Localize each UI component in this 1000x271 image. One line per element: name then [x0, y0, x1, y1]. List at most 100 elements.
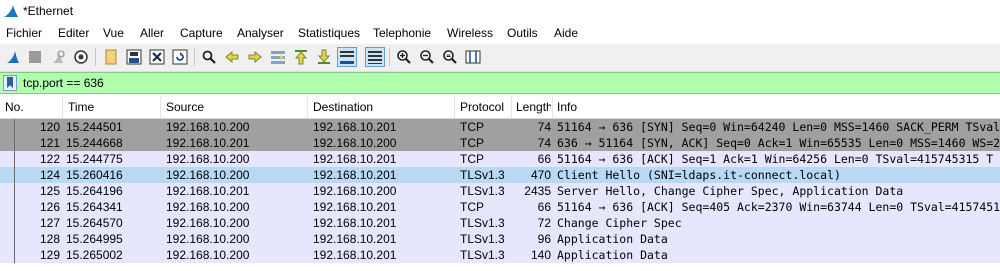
column-header-source[interactable]: Source	[166, 100, 204, 114]
table-row[interactable]: 122 15.244775 192.168.10.200 192.168.10.…	[0, 151, 1000, 167]
column-header-length[interactable]: Length	[516, 100, 551, 114]
packet-protocol: TLSv1.3	[460, 248, 505, 262]
display-filter-bar[interactable]: tcp.port == 636	[0, 72, 1000, 94]
table-row[interactable]: 128 15.264995 192.168.10.200 192.168.10.…	[0, 231, 1000, 247]
go-back-arrow-icon[interactable]	[222, 47, 242, 67]
zoom-in-icon[interactable]	[394, 47, 414, 67]
packet-no: 128	[39, 232, 60, 246]
column-divider[interactable]	[511, 96, 512, 118]
table-row[interactable]: 125 15.264196 192.168.10.201 192.168.10.…	[0, 183, 1000, 199]
packet-list[interactable]: 120 15.244501 192.168.10.200 192.168.10.…	[0, 119, 1000, 271]
menu-aide[interactable]: Aide	[554, 26, 578, 40]
conversation-tree-line	[14, 167, 15, 183]
packet-source: 192.168.10.200	[166, 248, 250, 262]
column-divider[interactable]	[307, 96, 308, 118]
auto-scroll-icon[interactable]	[337, 47, 357, 67]
packet-destination: 192.168.10.200	[313, 136, 397, 150]
packet-no: 121	[39, 136, 60, 150]
menu-editer[interactable]: Editer	[58, 26, 89, 40]
menu-aller[interactable]: Aller	[140, 26, 164, 40]
open-file-icon[interactable]	[101, 47, 121, 67]
menu-analyser[interactable]: Analyser	[237, 26, 284, 40]
packet-destination: 192.168.10.201	[313, 232, 397, 246]
menu-statistiques[interactable]: Statistiques	[298, 26, 360, 40]
menu-fichier[interactable]: Fichier	[6, 26, 42, 40]
menu-vue[interactable]: Vue	[103, 26, 124, 40]
packet-length: 66	[537, 152, 551, 166]
packet-protocol: TLSv1.3	[460, 168, 505, 182]
packet-info: Server Hello, Change Cipher Spec, Applic…	[557, 184, 904, 198]
packet-length: 140	[530, 248, 551, 262]
colorize-icon[interactable]	[365, 47, 385, 67]
table-row[interactable]: 120 15.244501 192.168.10.200 192.168.10.…	[0, 119, 1000, 135]
column-divider[interactable]	[552, 96, 553, 118]
column-divider[interactable]	[62, 96, 63, 118]
packet-length: 74	[537, 136, 551, 150]
title-bar: *Ethernet	[0, 0, 1000, 22]
packet-source: 192.168.10.200	[166, 168, 250, 182]
table-row[interactable]: 121 15.244668 192.168.10.201 192.168.10.…	[0, 135, 1000, 151]
column-divider[interactable]	[454, 96, 455, 118]
stop-square-icon[interactable]	[25, 47, 45, 67]
menu-telephonie[interactable]: Telephonie	[373, 26, 431, 40]
first-packet-icon[interactable]	[291, 47, 311, 67]
restart-capture-icon[interactable]	[48, 47, 68, 67]
packet-time: 15.244775	[66, 152, 123, 166]
packet-info: Application Data	[557, 232, 668, 246]
table-row[interactable]: 126 15.264341 192.168.10.200 192.168.10.…	[0, 199, 1000, 215]
packet-length: 66	[537, 200, 551, 214]
packet-no: 120	[39, 120, 60, 134]
zoom-out-icon[interactable]	[417, 47, 437, 67]
toolbar-separator	[389, 48, 390, 66]
save-file-icon[interactable]	[124, 47, 144, 67]
shark-fin-start-icon[interactable]	[3, 47, 23, 67]
reload-file-icon[interactable]	[170, 47, 190, 67]
packet-destination: 192.168.10.200	[313, 184, 397, 198]
packet-info: 51164 → 636 [SYN] Seq=0 Win=64240 Len=0 …	[557, 120, 1000, 134]
packet-time: 15.244501	[66, 120, 123, 134]
packet-time: 15.260416	[66, 168, 123, 182]
packet-protocol: TCP	[460, 152, 484, 166]
packet-time: 15.264570	[66, 216, 123, 230]
packet-info: 636 → 51164 [SYN, ACK] Seq=0 Ack=1 Win=6…	[557, 136, 1000, 150]
packet-no: 126	[39, 200, 60, 214]
display-filter-input[interactable]: tcp.port == 636	[23, 76, 104, 90]
column-header-destination[interactable]: Destination	[313, 100, 373, 114]
resize-columns-icon[interactable]	[463, 47, 483, 67]
filter-bookmark-icon[interactable]	[3, 75, 17, 91]
packet-length: 74	[537, 120, 551, 134]
packet-destination: 192.168.10.201	[313, 168, 397, 182]
packet-no: 124	[39, 168, 60, 182]
packet-protocol: TCP	[460, 120, 484, 134]
find-packet-icon[interactable]	[199, 47, 219, 67]
conversation-tree-line	[14, 231, 15, 247]
column-header-time[interactable]: Time	[68, 100, 94, 114]
last-packet-icon[interactable]	[314, 47, 334, 67]
column-divider[interactable]	[160, 96, 161, 118]
close-file-icon[interactable]	[147, 47, 167, 67]
packet-source: 192.168.10.201	[166, 136, 250, 150]
menu-outils[interactable]: Outils	[507, 26, 538, 40]
normal-size-icon[interactable]	[440, 47, 460, 67]
go-to-packet-icon[interactable]	[268, 47, 288, 67]
packet-source: 192.168.10.200	[166, 216, 250, 230]
column-header-no[interactable]: No.	[5, 100, 24, 114]
packet-length: 2435	[524, 184, 551, 198]
conversation-tree-line	[14, 151, 15, 167]
menu-wireless[interactable]: Wireless	[447, 26, 493, 40]
wireshark-logo-icon	[4, 5, 18, 17]
go-forward-arrow-icon[interactable]	[245, 47, 265, 67]
packet-time: 15.264995	[66, 232, 123, 246]
packet-info: 51164 → 636 [ACK] Seq=1 Ack=1 Win=64256 …	[557, 152, 994, 166]
table-row[interactable]: 129 15.265002 192.168.10.200 192.168.10.…	[0, 247, 1000, 263]
table-row[interactable]: 124 15.260416 192.168.10.200 192.168.10.…	[0, 167, 1000, 183]
column-header-info[interactable]: Info	[557, 100, 577, 114]
capture-options-gear-icon[interactable]	[71, 47, 91, 67]
toolbar-separator	[194, 48, 195, 66]
packet-protocol: TLSv1.3	[460, 216, 505, 230]
conversation-tree-line	[14, 215, 15, 231]
packet-no: 129	[39, 248, 60, 262]
table-row[interactable]: 127 15.264570 192.168.10.200 192.168.10.…	[0, 215, 1000, 231]
column-header-protocol[interactable]: Protocol	[460, 100, 504, 114]
menu-capture[interactable]: Capture	[180, 26, 223, 40]
